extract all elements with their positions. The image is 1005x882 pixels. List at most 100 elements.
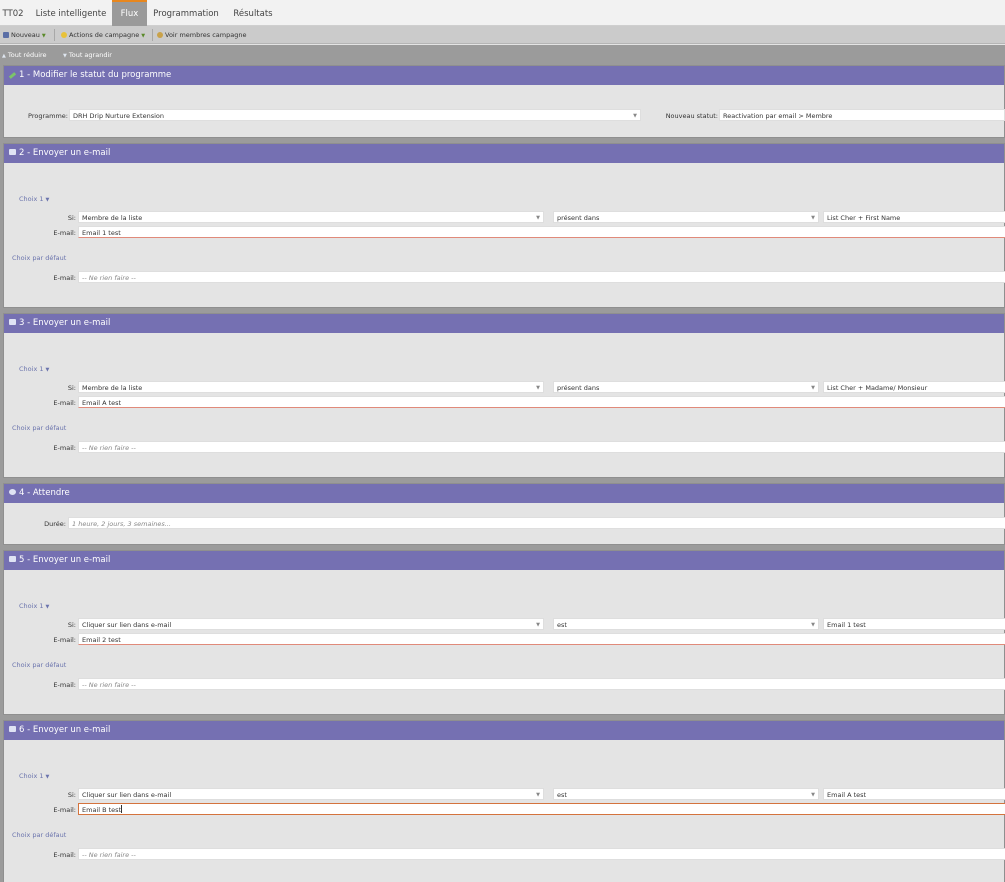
email-select[interactable]: Email B test — [78, 803, 1005, 815]
email-label: E-mail: — [53, 636, 76, 644]
condition-value-field[interactable]: Email 1 test — [823, 618, 1005, 630]
step-header[interactable]: 5 - Envoyer un e-mail — [4, 551, 1004, 570]
new-status-select[interactable]: Reactivation par email > Membre — [719, 109, 1005, 121]
if-label: Si: — [67, 214, 76, 222]
chevron-down-icon: ▼ — [536, 622, 540, 628]
programme-select[interactable]: DRH Drip Nurture Extension ▼ — [69, 109, 641, 121]
condition-value: List Cher + Madame/ Monsieur — [827, 384, 928, 392]
chevron-down-icon: ▼ — [536, 215, 540, 221]
condition-type-select[interactable]: Cliquer sur lien dans e-mail ▼ — [78, 618, 544, 630]
email-value: Email 1 test — [82, 229, 121, 237]
condition-type-value: Membre de la liste — [82, 384, 143, 392]
flow-step-5: 5 - Envoyer un e-mail Choix 1 ▼ Si: Cliqu… — [3, 550, 1005, 715]
duration-input[interactable]: 1 heure, 2 jours, 3 semaines... — [68, 517, 1005, 529]
step-title: 5 - Envoyer un e-mail — [19, 555, 111, 565]
flow-canvas: 1 - Modifier le statut du programme Prog… — [0, 65, 1005, 882]
toolbar-divider — [54, 29, 55, 41]
default-email-select[interactable]: -- Ne rien faire -- — [78, 848, 1005, 860]
condition-type-value: Cliquer sur lien dans e-mail — [82, 621, 172, 629]
status-label: Nouveau statut: — [665, 112, 718, 120]
email-select[interactable]: Email 1 test — [78, 226, 1005, 238]
choice-1-toggle[interactable]: Choix 1 ▼ — [19, 602, 49, 610]
condition-type-select[interactable]: Membre de la liste ▼ — [78, 211, 544, 223]
choice-1-label: Choix 1 — [19, 195, 44, 203]
choice-1-label: Choix 1 — [19, 365, 44, 373]
chevron-down-icon: ▼ — [633, 113, 637, 119]
condition-operator-select[interactable]: est ▼ — [553, 788, 819, 800]
email-select[interactable]: Email A test — [78, 396, 1005, 408]
condition-operator-value: est — [557, 791, 567, 799]
step-header[interactable]: 3 - Envoyer un e-mail — [4, 314, 1004, 333]
choice-1-toggle[interactable]: Choix 1 ▼ — [19, 772, 49, 780]
campaign-actions-button[interactable]: Actions de campagne ▼ — [61, 26, 145, 44]
choice-1-toggle[interactable]: Choix 1 ▼ — [19, 365, 49, 373]
condition-type-value: Cliquer sur lien dans e-mail — [82, 791, 172, 799]
flow-step-1: 1 - Modifier le statut du programme Prog… — [3, 65, 1005, 138]
default-email-value: -- Ne rien faire -- — [82, 851, 136, 859]
step-header[interactable]: 2 - Envoyer un e-mail — [4, 144, 1004, 163]
step-header[interactable]: 6 - Envoyer un e-mail — [4, 721, 1004, 740]
collapse-all-button[interactable]: ▲ Tout réduire — [2, 45, 47, 65]
campaign-actions-label: Actions de campagne — [69, 31, 140, 39]
default-email-label: E-mail: — [53, 851, 76, 859]
email-value: Email B test — [82, 806, 122, 814]
condition-type-select[interactable]: Cliquer sur lien dans e-mail ▼ — [78, 788, 544, 800]
tab-programmation[interactable]: Programmation — [153, 0, 219, 26]
condition-operator-select[interactable]: présent dans ▼ — [553, 211, 819, 223]
chevron-down-icon: ▼ — [811, 385, 815, 391]
tab-liste-intelligente[interactable]: Liste intelligente — [34, 0, 108, 26]
flow-step-2: 2 - Envoyer un e-mail Choix 1 ▼ Si: Membr… — [3, 143, 1005, 308]
expand-all-button[interactable]: ▼ Tout agrandir — [63, 45, 112, 65]
email-label: E-mail: — [53, 229, 76, 237]
default-choice-label: Choix par défaut — [12, 254, 67, 262]
choice-1-toggle[interactable]: Choix 1 ▼ — [19, 195, 49, 203]
condition-operator-select[interactable]: présent dans ▼ — [553, 381, 819, 393]
step-header[interactable]: 1 - Modifier le statut du programme — [4, 66, 1004, 85]
step-title: 3 - Envoyer un e-mail — [19, 318, 111, 328]
email-icon — [9, 726, 16, 732]
chevron-down-icon: ▼ — [45, 367, 50, 373]
text-cursor — [121, 805, 123, 813]
default-email-select[interactable]: -- Ne rien faire -- — [78, 678, 1005, 690]
choice-1-label: Choix 1 — [19, 772, 44, 780]
chevron-down-icon: ▼ — [536, 792, 540, 798]
flow-step-6: 6 - Envoyer un e-mail Choix 1 ▼ Si: Cliqu… — [3, 720, 1005, 882]
email-icon — [9, 319, 16, 325]
flow-step-4: 4 - Attendre Durée: 1 heure, 2 jours, 3 … — [3, 483, 1005, 545]
default-choice-label: Choix par défaut — [12, 661, 67, 669]
step-title: 2 - Envoyer un e-mail — [19, 148, 111, 158]
condition-operator-value: présent dans — [557, 214, 600, 222]
if-label: Si: — [67, 621, 76, 629]
default-choice-label: Choix par défaut — [12, 424, 67, 432]
step-header[interactable]: 4 - Attendre — [4, 484, 1004, 503]
view-members-button[interactable]: Voir membres campagne — [157, 26, 246, 44]
clock-icon — [9, 489, 16, 495]
default-email-label: E-mail: — [53, 444, 76, 452]
condition-operator-select[interactable]: est ▼ — [553, 618, 819, 630]
chevron-down-icon: ▼ — [811, 622, 815, 628]
default-email-value: -- Ne rien faire -- — [82, 444, 136, 452]
step-title: 1 - Modifier le statut du programme — [19, 70, 172, 80]
flow-step-3: 3 - Envoyer un e-mail Choix 1 ▼ Si: Membr… — [3, 313, 1005, 478]
tab-resultats[interactable]: Résultats — [229, 0, 277, 26]
email-icon — [9, 556, 16, 562]
default-email-select[interactable]: -- Ne rien faire -- — [78, 441, 1005, 453]
if-label: Si: — [67, 384, 76, 392]
new-button[interactable]: Nouveau ▼ — [3, 26, 46, 44]
default-email-select[interactable]: -- Ne rien faire -- — [78, 271, 1005, 283]
if-label: Si: — [67, 791, 76, 799]
tab-tt02[interactable]: TT02 — [0, 0, 26, 26]
condition-value: Email A test — [827, 791, 867, 799]
lightbulb-icon — [61, 32, 67, 38]
duration-label: Durée: — [44, 520, 66, 528]
condition-value-field[interactable]: List Cher + First Name — [823, 211, 1005, 223]
default-email-label: E-mail: — [53, 681, 76, 689]
email-select[interactable]: Email 2 test — [78, 633, 1005, 645]
condition-type-select[interactable]: Membre de la liste ▼ — [78, 381, 544, 393]
condition-value-field[interactable]: List Cher + Madame/ Monsieur — [823, 381, 1005, 393]
chevron-down-icon: ▼ — [141, 33, 146, 39]
tab-flux[interactable]: Flux — [112, 0, 147, 26]
email-value: Email A test — [82, 399, 122, 407]
condition-value-field[interactable]: Email A test — [823, 788, 1005, 800]
tab-bar: TT02 Liste intelligente Flux Programmati… — [0, 0, 1005, 26]
